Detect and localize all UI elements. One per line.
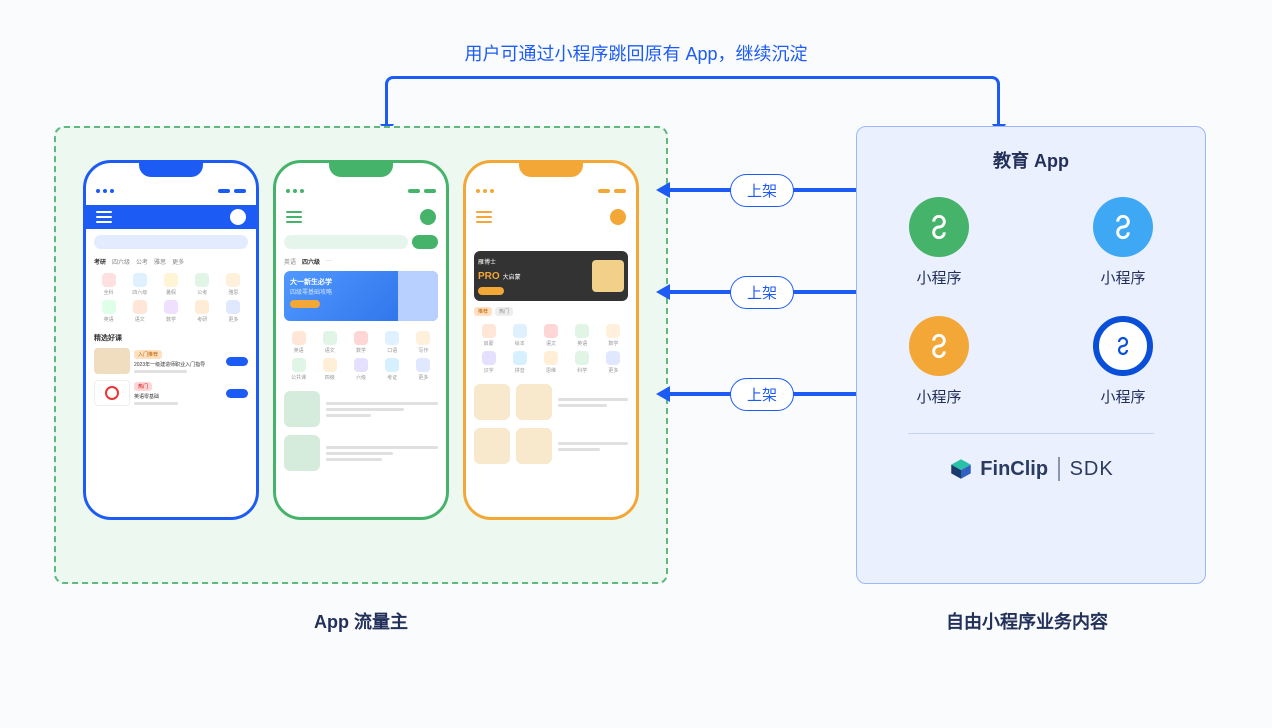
arrow-label: 上架 xyxy=(730,378,794,411)
phone-mockup-2: 英语四六级··· 大一新生必学 四级零基础攻略 英语 语文 数学 口语 写作 公… xyxy=(273,160,449,520)
divider xyxy=(908,433,1154,434)
search-row xyxy=(86,229,256,255)
right-caption: 自由小程序业务内容 xyxy=(856,608,1198,634)
avatar-icon xyxy=(230,209,246,225)
miniprogram-item: 小程序 xyxy=(1093,316,1153,407)
banner: 雁博士 PRO大启蒙 xyxy=(474,251,628,301)
left-caption: App 流量主 xyxy=(54,608,668,634)
top-caption: 用户可通过小程序跳回原有 App，继续沉淀 xyxy=(464,40,807,66)
arrow-1: 上架 xyxy=(668,188,856,192)
finclip-logo-icon xyxy=(948,456,974,482)
phone-notch xyxy=(139,163,203,177)
phone-header xyxy=(276,205,446,229)
miniprogram-icon xyxy=(1093,197,1153,257)
menu-icon xyxy=(476,211,492,223)
status-bar xyxy=(86,179,256,203)
menu-icon xyxy=(96,211,112,223)
right-panel: 教育 App 小程序 小程序 小程序 小程序 xyxy=(856,126,1206,584)
search-button xyxy=(412,235,438,249)
section-title: 精选好课 xyxy=(86,329,256,345)
miniprogram-item: 小程序 xyxy=(1093,197,1153,288)
arrow-2: 上架 xyxy=(668,290,856,294)
miniprogram-item: 小程序 xyxy=(909,316,969,407)
top-connector xyxy=(385,76,1000,124)
enroll-button xyxy=(226,357,248,366)
miniprogram-icon xyxy=(909,316,969,376)
left-panel: 考研 四六级 公考 雅思 更多 全科 四六级 暑假 公考 雅思 英语 语文 数学… xyxy=(54,126,668,584)
banner: 大一新生必学 四级零基础攻略 xyxy=(284,271,438,321)
miniprogram-grid: 小程序 小程序 小程序 小程序 xyxy=(877,197,1185,407)
arrow-3: 上架 xyxy=(668,392,856,396)
phone-header xyxy=(466,205,636,229)
arrow-label: 上架 xyxy=(730,276,794,309)
menu-icon xyxy=(286,211,302,223)
right-title: 教育 App xyxy=(993,147,1069,173)
separator xyxy=(1058,457,1060,481)
course-card: 入门推荐 2023年一级建造师职业入门指导 xyxy=(94,348,248,374)
phone-mockup-1: 考研 四六级 公考 雅思 更多 全科 四六级 暑假 公考 雅思 英语 语文 数学… xyxy=(83,160,259,520)
enroll-button xyxy=(226,389,248,398)
search-input xyxy=(94,235,248,249)
miniprogram-item: 小程序 xyxy=(909,197,969,288)
miniprogram-icon xyxy=(909,197,969,257)
icon-grid: 全科 四六级 暑假 公考 雅思 英语 语文 数学 考研 更多 xyxy=(86,267,256,329)
miniprogram-icon xyxy=(1093,316,1153,376)
finclip-logo: FinClip xyxy=(948,456,1048,482)
course-card: 热门 英语零基础 xyxy=(94,380,248,406)
phone-mockup-3: 雁博士 PRO大启蒙 推荐热门 启蒙 绘本 语文 英语 数学 识字 拼音 思维 … xyxy=(463,160,639,520)
phone-header xyxy=(86,205,256,229)
sdk-label: FinClip SDK xyxy=(948,456,1113,482)
arrow-label: 上架 xyxy=(730,174,794,207)
category-tabs: 考研 四六级 公考 雅思 更多 xyxy=(86,255,256,267)
